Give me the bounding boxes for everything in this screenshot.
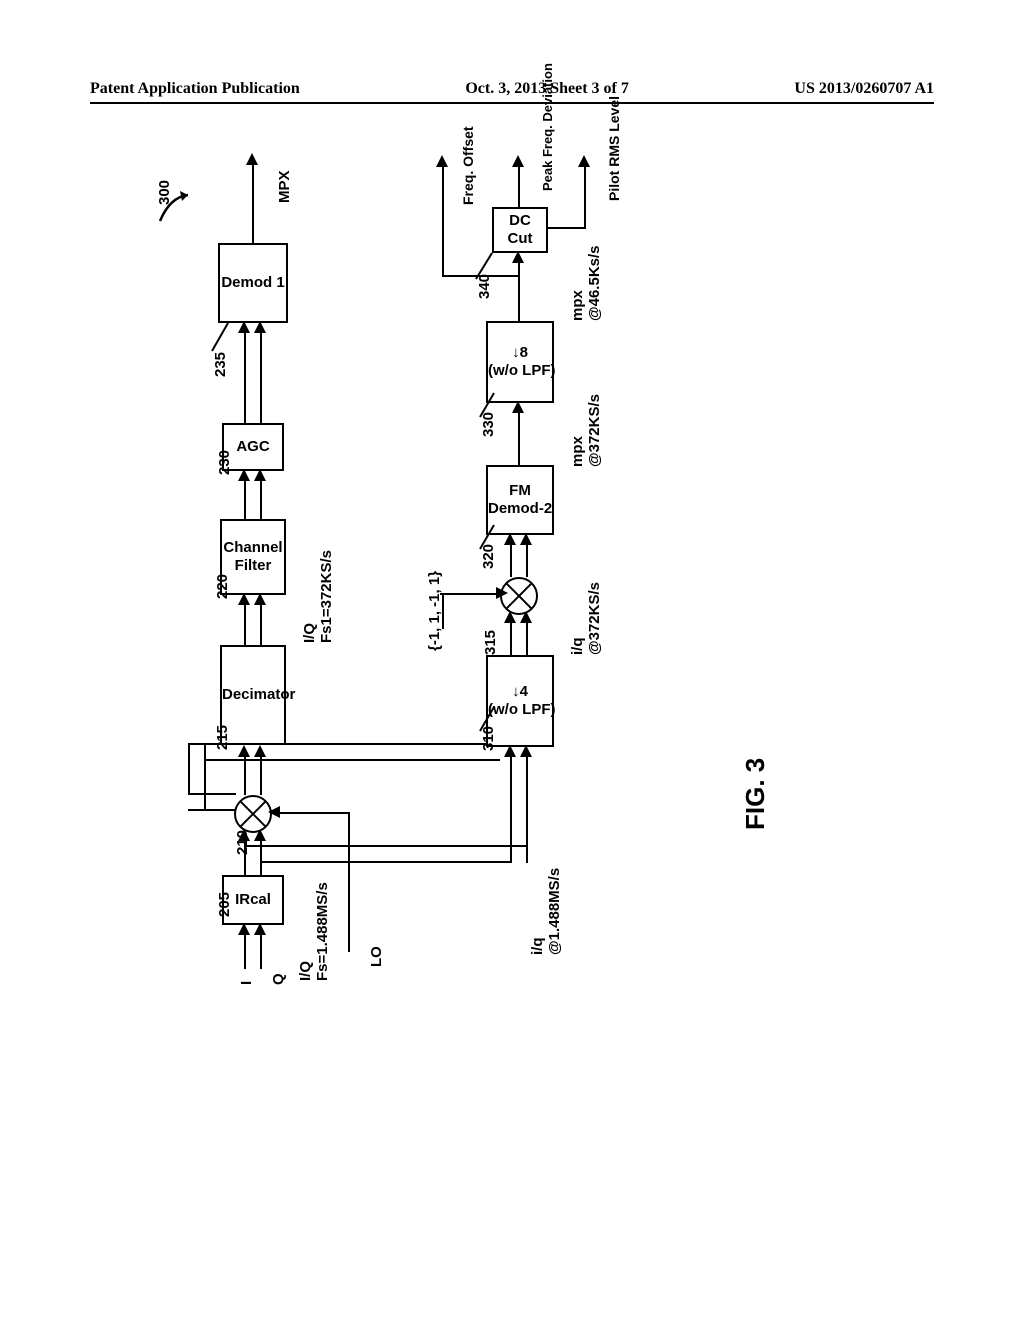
ref-demod1: 235: [212, 352, 229, 377]
line: [518, 261, 520, 321]
line: [526, 621, 528, 655]
ref-mixer2: 315: [482, 630, 499, 655]
line: [244, 845, 528, 847]
ref-mixer1: 210: [234, 830, 251, 855]
arrow-icon: [436, 155, 448, 167]
line: [260, 479, 262, 519]
line: [348, 812, 350, 952]
line: [188, 793, 236, 795]
ref-chfilter: 220: [214, 574, 231, 599]
mpx372-label: mpx @372KS/s: [570, 394, 603, 467]
line: [244, 755, 246, 795]
line: [272, 812, 350, 814]
line: [244, 603, 246, 645]
block-demod1: Demod 1: [218, 243, 288, 323]
freq-offset-label: Freq. Offset: [460, 126, 476, 205]
header-right: US 2013/0260707 A1: [794, 80, 934, 98]
arrow-icon: [578, 155, 590, 167]
mpx-out-label: MPX: [276, 170, 293, 203]
ref-300-arrow-icon: [158, 191, 194, 225]
mix-seq-label: {-1, 1, -1, 1}: [426, 571, 443, 651]
line: [188, 743, 500, 745]
line: [442, 275, 518, 277]
line: [204, 743, 206, 811]
line: [442, 593, 500, 595]
line: [252, 163, 254, 243]
ref-agc: 230: [216, 450, 233, 475]
line: [510, 845, 512, 863]
line: [244, 331, 246, 423]
pilot-rms-label: Pilot RMS Level: [606, 96, 622, 201]
input-q-label: Q: [270, 973, 287, 985]
arrow-icon: [496, 587, 508, 599]
leader-line-icon: [476, 705, 498, 735]
iq-fs-label: I/Q Fs=1.488MS/s: [298, 882, 331, 981]
iq-1488-label: i/q @1.488MS/s: [530, 868, 563, 955]
block-dccut: DC Cut: [492, 207, 548, 253]
mpx465-label: mpx @46.5Ks/s: [570, 245, 603, 321]
header-rule: [90, 102, 934, 104]
line: [260, 861, 512, 863]
header-left: Patent Application Publication: [90, 80, 300, 98]
line: [526, 543, 528, 577]
figure-label: FIG. 3: [740, 758, 771, 830]
line: [244, 933, 246, 969]
line: [188, 809, 236, 811]
arrow-icon: [512, 155, 524, 167]
line: [260, 755, 262, 795]
input-i-label: I: [238, 981, 255, 985]
arrow-icon: [246, 153, 258, 165]
mixer-icon: [234, 795, 272, 833]
peak-freq-label: Peak Freq. Deviation: [540, 63, 555, 191]
arrow-icon: [238, 745, 250, 757]
line: [526, 845, 528, 863]
line: [510, 621, 512, 655]
leader-line-icon: [208, 321, 232, 355]
line: [584, 165, 586, 229]
line: [510, 543, 512, 577]
block-diagram: 300 I Q I/Q Fs=1.488MS/s IRcal 205 210 L…: [130, 145, 820, 985]
line: [260, 933, 262, 969]
line: [188, 743, 190, 795]
ref-ircal: 205: [216, 892, 233, 917]
leader-line-icon: [476, 391, 498, 421]
arrow-icon: [254, 745, 266, 757]
line: [260, 331, 262, 423]
ref-decimator: 215: [214, 725, 231, 750]
line: [442, 165, 444, 277]
line: [518, 411, 520, 465]
iq-fs1-label: I/Q Fs1=372KS/s: [302, 550, 335, 643]
line: [548, 227, 586, 229]
line: [204, 759, 500, 761]
lo-label: LO: [368, 946, 385, 967]
leader-line-icon: [472, 251, 496, 283]
leader-line-icon: [476, 523, 498, 553]
arrow-icon: [268, 806, 280, 818]
line: [518, 165, 520, 207]
iq-372-label: i/q @372KS/s: [570, 582, 603, 655]
line: [244, 479, 246, 519]
line: [260, 603, 262, 645]
